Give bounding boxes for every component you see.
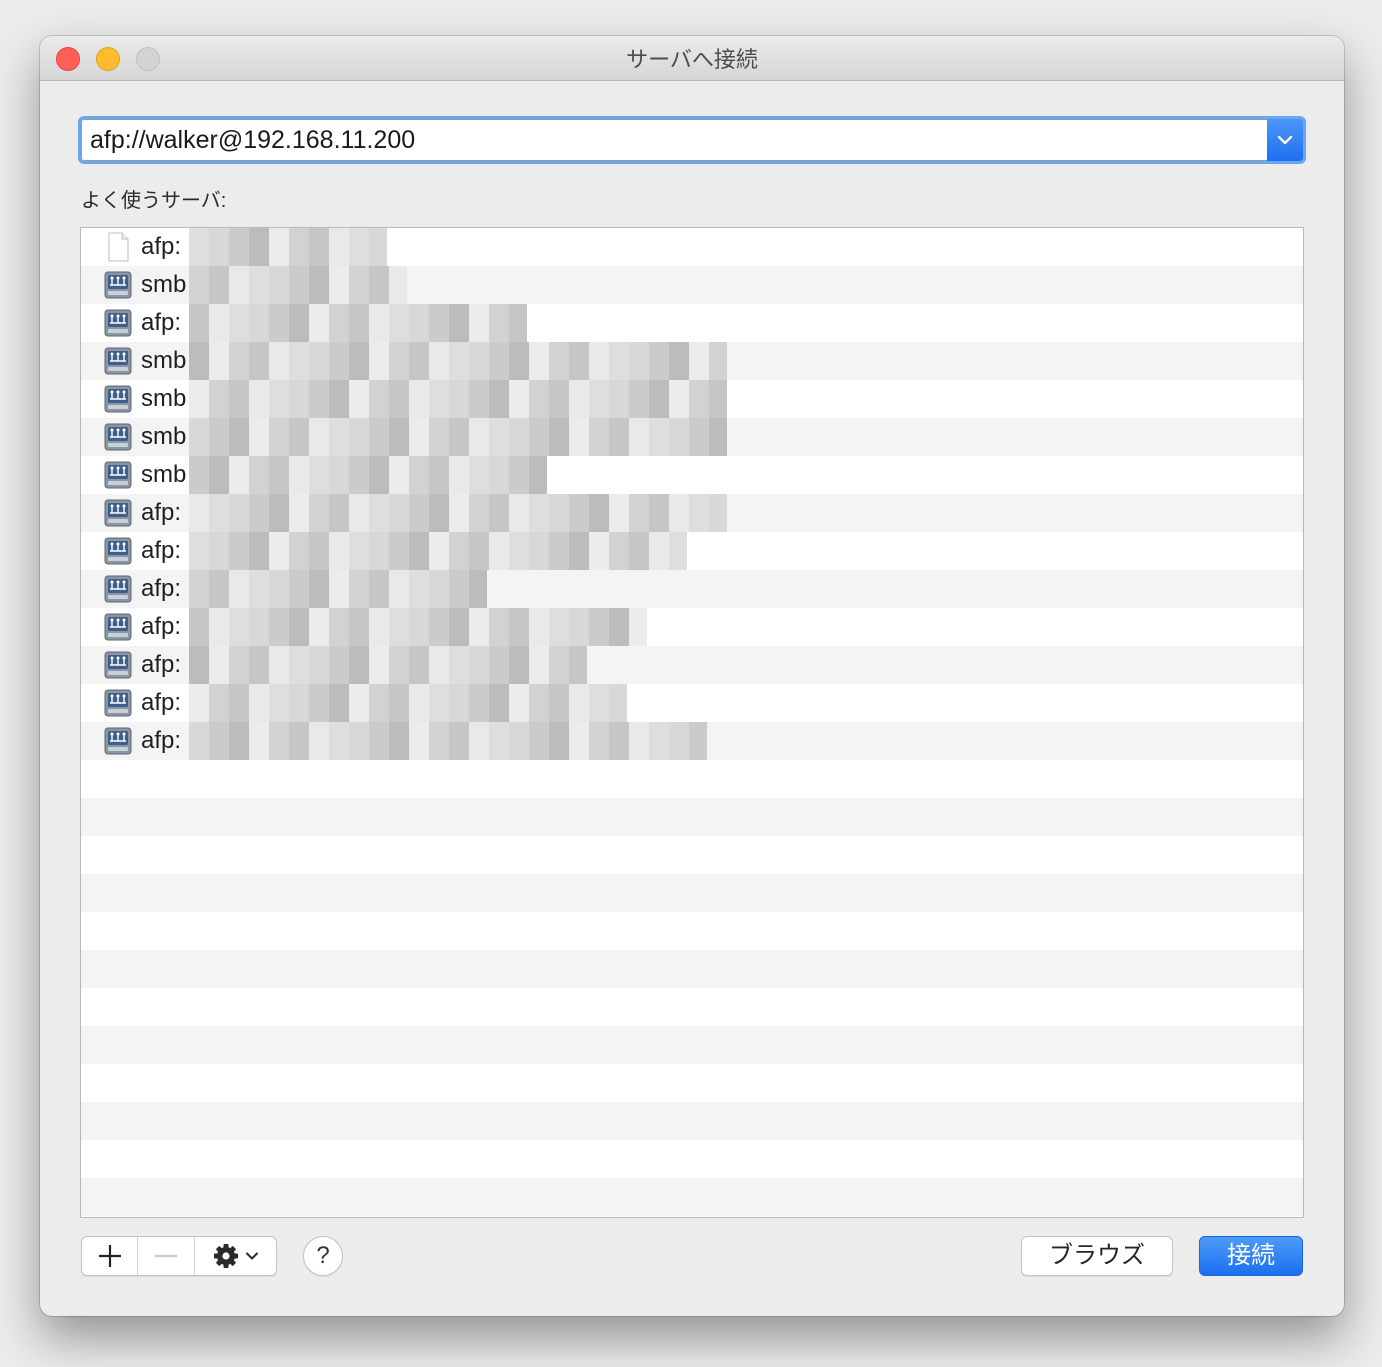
favorite-server-row[interactable]: afp:	[81, 684, 1303, 722]
server-url-prefix: smb	[141, 461, 187, 488]
favorite-server-row[interactable]: smb	[81, 380, 1303, 418]
redacted-address	[189, 684, 627, 722]
favorite-server-row[interactable]: afp:	[81, 304, 1303, 342]
redacted-address	[189, 494, 727, 532]
redacted-address	[189, 418, 727, 456]
chevron-down-icon	[1277, 135, 1293, 145]
redacted-address	[189, 228, 387, 266]
gear-icon	[214, 1244, 239, 1268]
connect-button[interactable]: 接続	[1199, 1236, 1303, 1276]
network-server-icon	[103, 460, 133, 490]
server-url-prefix: afp:	[141, 537, 182, 564]
title-bar[interactable]: サーバへ接続	[40, 36, 1344, 81]
favorite-server-row[interactable]: afp:	[81, 228, 1303, 266]
connect-to-server-window: サーバへ接続 よく使うサーバ: afp:smbafp:smbsmbsmbsmba…	[40, 36, 1344, 1316]
plus-icon	[98, 1245, 121, 1267]
server-url-prefix: afp:	[141, 575, 182, 602]
network-server-icon	[103, 346, 133, 376]
server-url-prefix: afp:	[141, 727, 182, 754]
favorite-server-row[interactable]: smb	[81, 456, 1303, 494]
server-url-prefix: afp:	[141, 689, 182, 716]
redacted-address	[189, 532, 687, 570]
favorite-server-row[interactable]: smb	[81, 342, 1303, 380]
network-server-icon	[103, 726, 133, 756]
redacted-address	[189, 646, 587, 684]
window-title: サーバへ接続	[626, 47, 758, 72]
add-server-button[interactable]	[82, 1237, 139, 1275]
network-server-icon	[103, 270, 133, 300]
server-url-prefix: smb	[141, 271, 187, 298]
favorite-servers-list[interactable]: afp: smb afp: smb smb smb smb afp: afp: afp: afp: a…	[80, 227, 1304, 1218]
server-url-prefix: afp:	[141, 651, 182, 678]
network-server-icon	[103, 308, 133, 338]
history-dropdown-button[interactable]	[1267, 119, 1303, 161]
server-url-prefix: smb	[141, 347, 187, 374]
redacted-address	[189, 608, 647, 646]
redacted-address	[189, 570, 487, 608]
help-button[interactable]: ?	[303, 1236, 343, 1276]
network-server-icon	[103, 688, 133, 718]
favorite-servers-label: よく使うサーバ:	[81, 190, 227, 212]
network-server-icon	[103, 650, 133, 680]
chevron-down-icon	[246, 1252, 259, 1260]
network-server-icon	[103, 574, 133, 604]
browse-button[interactable]: ブラウズ	[1021, 1236, 1173, 1276]
server-url-prefix: afp:	[141, 499, 182, 526]
server-url-prefix: afp:	[141, 613, 182, 640]
network-server-icon	[103, 498, 133, 528]
favorite-server-row[interactable]: afp:	[81, 570, 1303, 608]
server-url-prefix: smb	[141, 385, 187, 412]
server-address-combobox[interactable]	[78, 116, 1306, 164]
redacted-address	[189, 380, 727, 418]
redacted-address	[189, 342, 727, 380]
minus-icon	[155, 1254, 178, 1258]
server-address-input[interactable]	[81, 119, 1267, 161]
network-server-icon	[103, 612, 133, 642]
remove-server-button[interactable]	[138, 1237, 195, 1275]
server-url-prefix: afp:	[141, 233, 182, 260]
server-url-prefix: afp:	[141, 309, 182, 336]
network-server-icon	[103, 536, 133, 566]
favorite-server-row[interactable]: smb	[81, 266, 1303, 304]
list-actions-segmented-control	[81, 1236, 277, 1276]
redacted-address	[189, 304, 527, 342]
redacted-address	[189, 456, 547, 494]
favorite-server-row[interactable]: afp:	[81, 532, 1303, 570]
favorite-server-row[interactable]: afp:	[81, 608, 1303, 646]
favorite-server-row[interactable]: afp:	[81, 494, 1303, 532]
favorite-server-row[interactable]: afp:	[81, 646, 1303, 684]
network-server-icon	[103, 422, 133, 452]
action-menu-button[interactable]	[195, 1237, 276, 1275]
server-url-prefix: smb	[141, 423, 187, 450]
redacted-address	[189, 722, 707, 760]
favorite-server-row[interactable]: smb	[81, 418, 1303, 456]
redacted-address	[189, 266, 407, 304]
document-icon	[103, 232, 133, 262]
favorite-server-row[interactable]: afp:	[81, 722, 1303, 760]
network-server-icon	[103, 384, 133, 414]
